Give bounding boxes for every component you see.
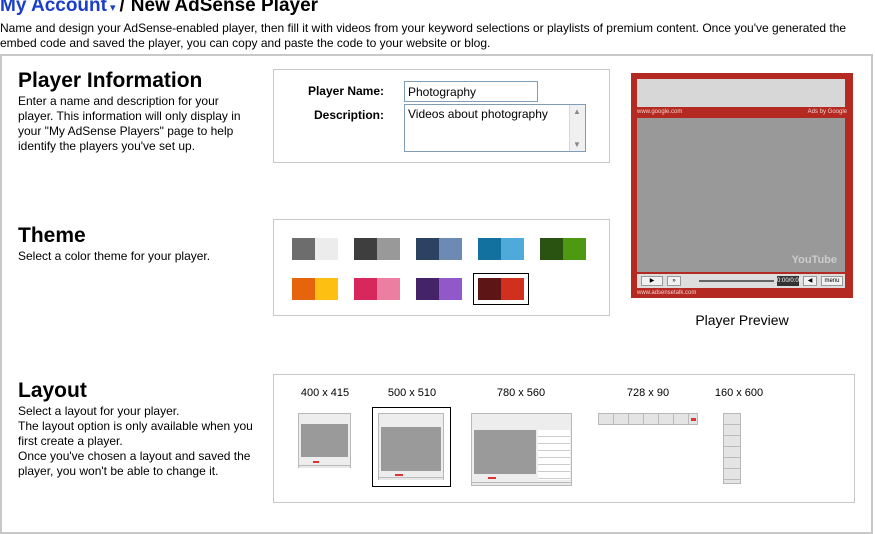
description-label: Description: — [313, 108, 384, 122]
page-title: New AdSense Player — [130, 0, 319, 16]
my-account-link[interactable]: My Account — [0, 0, 107, 16]
layout-description-line-2: The layout option is only available when… — [18, 419, 253, 448]
breadcrumb-separator: / — [119, 0, 125, 16]
preview-progress-bar — [699, 280, 774, 282]
preview-ad-banner — [637, 79, 845, 107]
preview-ads-by: Ads by Google — [807, 109, 847, 115]
layout-title: Layout — [18, 379, 87, 402]
theme-swatch-blue[interactable] — [478, 238, 524, 260]
player-info-description: Enter a name and description for your pl… — [18, 94, 241, 153]
layout-label-500x510: 500 x 510 — [387, 387, 437, 399]
theme-swatch-purple[interactable] — [416, 278, 462, 300]
layout-description-line-1: Select a layout for your player. — [18, 404, 180, 418]
player-info-box: Player Name: Description: Videos about p… — [273, 69, 610, 163]
description-text: Videos about photography — [408, 107, 548, 121]
player-name-label: Player Name: — [307, 84, 384, 98]
player-name-input[interactable] — [404, 81, 538, 102]
page-header: My Account ▾ / New AdSense Player — [0, 0, 318, 21]
theme-box — [273, 219, 610, 316]
theme-swatch-gray-dark[interactable] — [354, 238, 400, 260]
next-icon: » — [667, 276, 681, 286]
preview-menu: menu — [821, 276, 843, 286]
layout-description: Select a layout for your player. The lay… — [18, 404, 263, 479]
theme-swatch-red[interactable] — [473, 273, 529, 305]
theme-swatch-gray-light[interactable] — [292, 238, 338, 260]
preview-footer: www.adsensetalk.com — [637, 290, 697, 296]
theme-swatch-orange[interactable] — [292, 278, 338, 300]
preview-time: 0:00/0:00 — [777, 276, 803, 286]
layout-box: 400 x 415 500 x 510 780 x 560 728 x 90 1… — [273, 374, 855, 503]
youtube-logo: YouTube — [791, 254, 837, 266]
player-preview: www.google.com Ads by Google YouTube ▶ »… — [631, 73, 853, 298]
layout-option-780x560[interactable] — [471, 413, 572, 486]
preview-controls: ▶ » 0:00/0:00 ◀ menu — [637, 274, 845, 288]
layout-option-160x600[interactable] — [723, 413, 741, 484]
player-preview-label: Player Preview — [695, 312, 789, 328]
layout-description-line-3: Once you've chosen a layout and saved th… — [18, 449, 251, 478]
description-textarea[interactable]: Videos about photography ▲ ▼ — [404, 104, 586, 152]
layout-label-728x90: 728 x 90 — [626, 387, 670, 399]
layout-option-400x415[interactable] — [298, 413, 351, 468]
intro-text: Name and design your AdSense-enabled pla… — [0, 21, 847, 50]
volume-icon: ◀ — [803, 276, 817, 286]
scroll-down-icon[interactable]: ▼ — [573, 140, 581, 149]
chevron-down-icon[interactable]: ▾ — [110, 2, 116, 14]
layout-option-500x510[interactable] — [378, 413, 444, 480]
play-icon: ▶ — [641, 276, 663, 286]
layout-label-400x415: 400 x 415 — [300, 387, 350, 399]
theme-swatch-green[interactable] — [540, 238, 586, 260]
player-info-title: Player Information — [18, 69, 203, 92]
layout-label-160x600: 160 x 600 — [714, 387, 764, 399]
theme-title: Theme — [18, 224, 86, 247]
theme-swatch-navy[interactable] — [416, 238, 462, 260]
scroll-up-icon[interactable]: ▲ — [573, 107, 581, 116]
textarea-scrollbar[interactable]: ▲ ▼ — [569, 105, 585, 151]
layout-option-728x90[interactable] — [598, 413, 698, 425]
theme-swatch-pink[interactable] — [354, 278, 400, 300]
preview-video-area: YouTube — [637, 118, 845, 272]
preview-url: www.google.com — [637, 109, 683, 115]
layout-label-780x560: 780 x 560 — [496, 387, 546, 399]
theme-description: Select a color theme for your player. — [18, 249, 211, 263]
